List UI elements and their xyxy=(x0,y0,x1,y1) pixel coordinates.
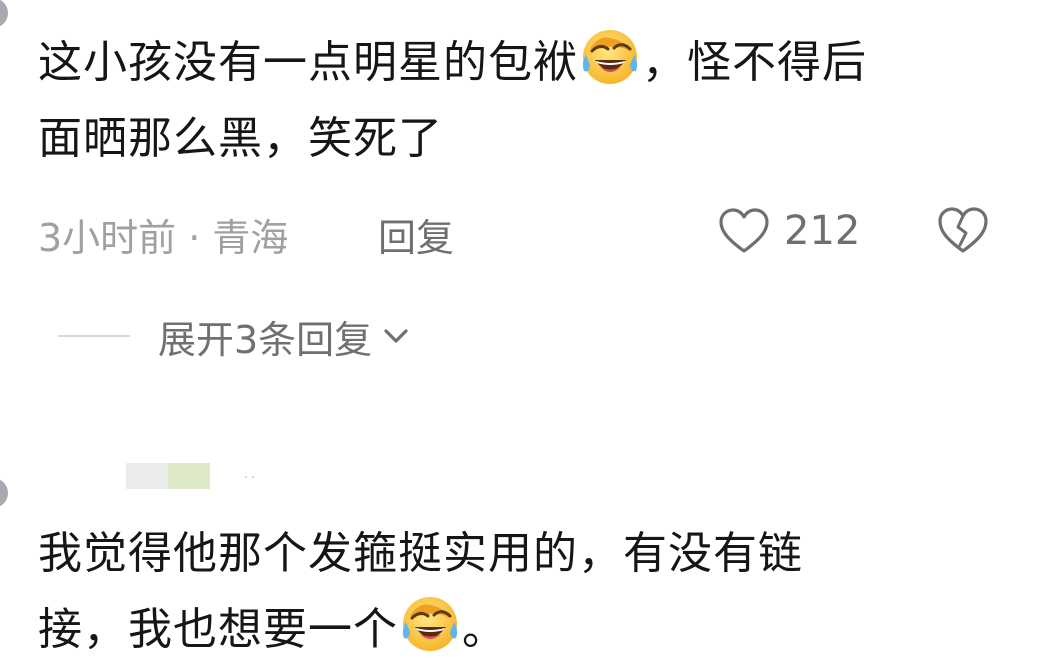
comment-time-location: 3小时前 · 青海 xyxy=(38,216,289,260)
expand-replies-button[interactable]: 展开3条回复 xyxy=(58,308,412,364)
avatar[interactable] xyxy=(0,478,8,508)
avatar[interactable] xyxy=(0,0,8,28)
comment-body: 我觉得他那个发箍挺实用的，有没有链 接，我也想要一个 。 xyxy=(38,516,803,668)
broken-heart-icon xyxy=(936,205,990,255)
comment-body: 这小孩没有一点明星的包袱 ，怪不得后 面晒那么黑，笑死了 xyxy=(38,25,867,177)
heart-outline-icon xyxy=(718,207,770,255)
divider xyxy=(58,335,130,337)
like-button[interactable]: 212 xyxy=(718,203,860,259)
comment-line: 这小孩没有一点明星的包袱 ，怪不得后 xyxy=(38,25,867,101)
laughing-crying-face-icon xyxy=(580,27,640,87)
reply-button[interactable]: 回复 xyxy=(378,207,454,262)
username-blurred[interactable] xyxy=(126,463,210,489)
comment-line: 我觉得他那个发箍挺实用的，有没有链 xyxy=(38,528,803,579)
laughing-crying-face-icon xyxy=(400,594,460,654)
comment-text-segment: 接，我也想要一个 xyxy=(38,604,398,655)
like-count: 212 xyxy=(784,208,861,254)
username-decoration: ·· xyxy=(244,470,257,486)
chevron-down-icon xyxy=(384,329,408,343)
comment-text-segment: 。 xyxy=(462,604,507,655)
blur-block xyxy=(126,463,168,489)
comment-line: 接，我也想要一个 。 xyxy=(38,592,803,668)
dislike-button[interactable] xyxy=(936,205,990,255)
expand-replies-label: 展开3条回复 xyxy=(158,317,373,362)
comment-meta-row: 3小时前 · 青海 回复 212 xyxy=(38,203,996,262)
comment-line: 面晒那么黑，笑死了 xyxy=(38,113,443,164)
blur-block xyxy=(168,463,210,489)
comment-text-segment: 这小孩没有一点明星的包袱 xyxy=(38,37,578,88)
comment-text-segment: ，怪不得后 xyxy=(642,37,867,88)
